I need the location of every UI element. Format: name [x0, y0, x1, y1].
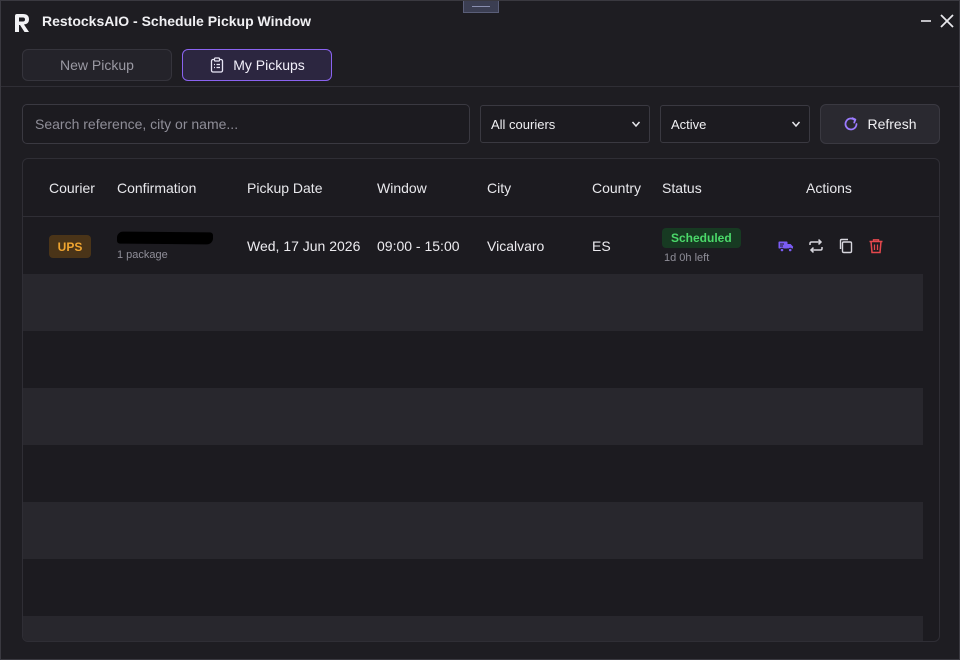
close-icon[interactable]: [938, 12, 956, 30]
minimize-icon[interactable]: [917, 12, 935, 30]
refresh-icon: [845, 117, 858, 131]
tab-new-pickup[interactable]: New Pickup: [22, 49, 172, 81]
status-time-left: 1d 0h left: [664, 252, 710, 264]
status-badge: Scheduled: [662, 228, 741, 248]
column-header-status[interactable]: Status: [662, 180, 702, 196]
pickup-window: 09:00 - 15:00: [377, 238, 460, 254]
chevron-down-icon: [631, 121, 641, 128]
package-count: 1 package: [117, 249, 168, 261]
courier-badge: UPS: [49, 235, 91, 258]
confirmation-redacted: [116, 231, 214, 245]
column-header-confirmation[interactable]: Confirmation: [117, 180, 196, 196]
column-header-city[interactable]: City: [487, 180, 511, 196]
empty-row: [23, 388, 923, 445]
pickups-table: Courier Confirmation Pickup Date Window …: [22, 158, 940, 642]
window-title: RestocksAIO - Schedule Pickup Window: [42, 13, 312, 29]
copy-icon[interactable]: [837, 237, 855, 255]
courier-filter-value: All couriers: [491, 116, 556, 132]
column-header-window[interactable]: Window: [377, 180, 427, 196]
clipboard-list-icon: [211, 57, 224, 73]
repeat-icon[interactable]: [807, 237, 825, 255]
status-filter-value: Active: [671, 116, 707, 132]
column-header-actions: Actions: [806, 180, 852, 196]
app-window: RestocksAIO - Schedule Pickup Window New…: [0, 0, 960, 660]
column-header-country[interactable]: Country: [592, 180, 641, 196]
trash-icon[interactable]: [867, 237, 885, 255]
column-header-courier[interactable]: Courier: [49, 180, 95, 196]
search-input[interactable]: [22, 104, 470, 144]
pickup-country: ES: [592, 238, 611, 254]
refresh-button[interactable]: Refresh: [820, 104, 940, 144]
courier-filter-select[interactable]: All couriers: [480, 105, 650, 143]
chevron-down-icon: [791, 121, 801, 128]
table-header: Courier Confirmation Pickup Date Window …: [23, 159, 939, 217]
tab-label: My Pickups: [233, 57, 305, 73]
empty-row: [23, 616, 923, 641]
tab-label: New Pickup: [60, 57, 134, 73]
pickup-city: Vicalvaro: [487, 238, 545, 254]
tab-my-pickups[interactable]: My Pickups: [182, 49, 332, 81]
pickup-date: Wed, 17 Jun 2026: [247, 238, 361, 254]
restocks-logo-icon: [15, 14, 29, 32]
empty-row: [23, 502, 923, 559]
title-bar: RestocksAIO - Schedule Pickup Window: [1, 1, 959, 43]
tab-bar: New Pickup My Pickups: [1, 43, 959, 87]
table-row[interactable]: UPS 1 package Wed, 17 Jun 2026 09:00 - 1…: [23, 217, 923, 274]
status-filter-select[interactable]: Active: [660, 105, 810, 143]
empty-row: [23, 274, 923, 331]
truck-icon[interactable]: [777, 237, 795, 255]
column-header-pickup-date[interactable]: Pickup Date: [247, 180, 322, 196]
refresh-label: Refresh: [867, 116, 917, 132]
